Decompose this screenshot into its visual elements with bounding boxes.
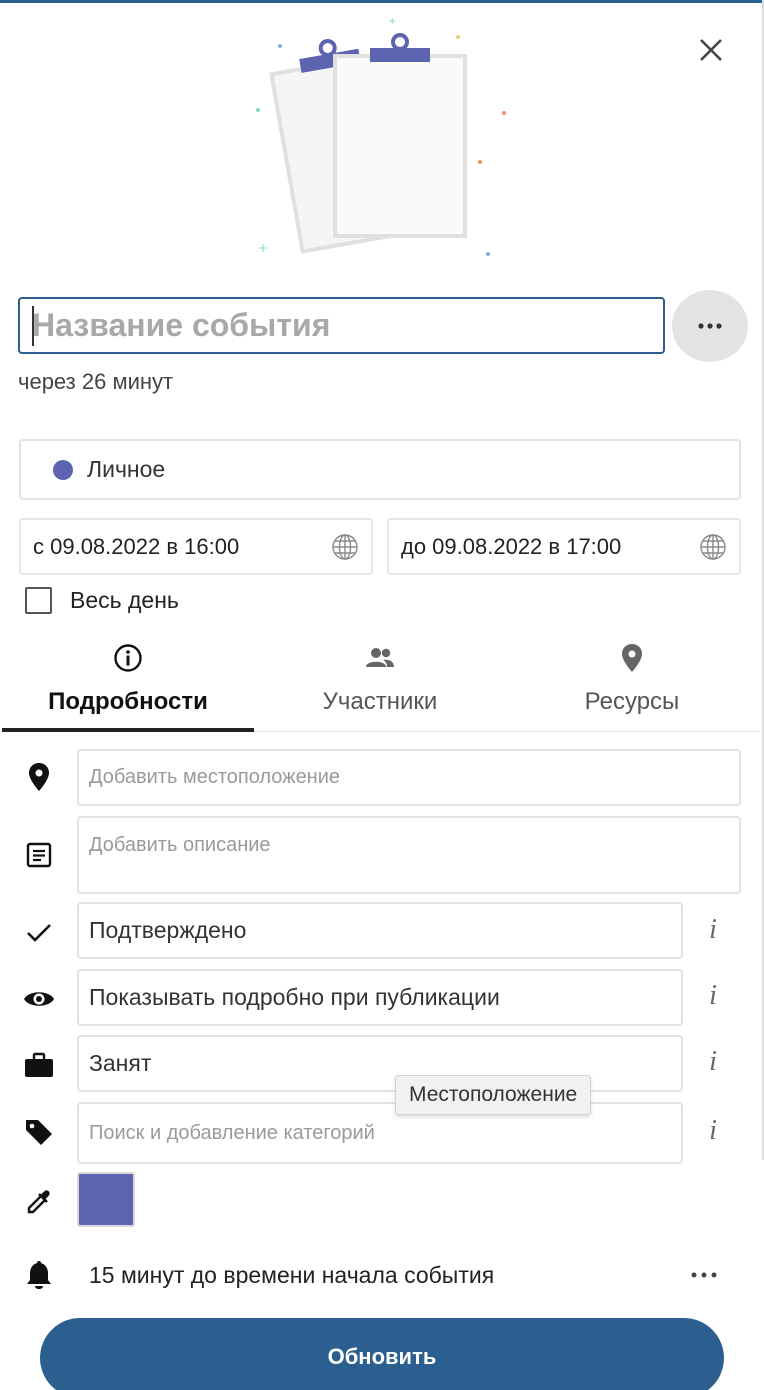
eye-icon xyxy=(20,980,58,1018)
close-button[interactable] xyxy=(692,31,730,69)
start-date-text: с 09.08.2022 в 16:00 xyxy=(33,533,240,559)
tab-details[interactable]: Подробности xyxy=(2,638,254,732)
category-info-icon[interactable]: i xyxy=(702,1115,724,1147)
tag-icon xyxy=(20,1113,58,1151)
end-date-text: до 09.08.2022 в 17:00 xyxy=(401,533,622,559)
location-input[interactable] xyxy=(89,766,729,789)
end-date-field[interactable]: до 09.08.2022 в 17:00 xyxy=(387,518,741,575)
busy-info-icon[interactable]: i xyxy=(702,1046,724,1078)
calendar-name: Личное xyxy=(87,456,166,482)
tab-participants-label: Участники xyxy=(322,688,438,715)
close-icon xyxy=(700,39,722,61)
category-input[interactable] xyxy=(89,1121,671,1145)
checkmark-icon xyxy=(20,914,58,952)
event-tabs: Подробности Участники Ресурсы xyxy=(2,638,760,732)
bell-icon xyxy=(20,1257,58,1295)
description-input[interactable] xyxy=(89,834,729,857)
status-select[interactable]: Подтверждено xyxy=(77,902,683,959)
all-day-label: Весь день xyxy=(70,587,179,613)
reminder-text: 15 минут до времени начала события xyxy=(89,1262,495,1288)
visibility-info-icon[interactable]: i xyxy=(702,980,724,1012)
description-icon xyxy=(20,836,58,874)
tab-participants[interactable]: Участники xyxy=(254,638,506,732)
relative-time-text: через 26 минут xyxy=(18,369,174,394)
people-icon xyxy=(366,648,394,667)
status-value: Подтверждено xyxy=(89,917,247,943)
calendar-select[interactable]: Личное xyxy=(19,439,741,500)
svg-text:+: + xyxy=(258,241,268,255)
more-dots-icon xyxy=(698,323,722,329)
tab-resources[interactable]: Ресурсы xyxy=(506,638,758,732)
globe-icon[interactable] xyxy=(331,533,359,561)
visibility-value: Показывать подробно при публикации xyxy=(89,984,500,1010)
visibility-select[interactable]: Показывать подробно при публикации xyxy=(77,969,683,1026)
event-title-input[interactable] xyxy=(18,297,665,354)
location-pin-icon xyxy=(622,644,642,672)
top-accent-line xyxy=(0,0,764,3)
category-field[interactable] xyxy=(77,1102,683,1164)
tab-resources-label: Ресурсы xyxy=(584,688,680,715)
update-button[interactable]: Обновить xyxy=(40,1318,724,1390)
all-day-toggle[interactable]: Весь день xyxy=(25,587,179,614)
event-color-swatch[interactable] xyxy=(77,1172,135,1227)
all-day-checkbox[interactable] xyxy=(25,587,52,614)
busy-select[interactable]: Занят xyxy=(77,1035,683,1092)
globe-icon[interactable] xyxy=(699,533,727,561)
svg-text:+: + xyxy=(388,16,396,27)
description-field[interactable] xyxy=(77,816,741,894)
location-field[interactable] xyxy=(77,749,741,806)
reminder-more-button[interactable] xyxy=(688,1265,720,1285)
busy-value: Занят xyxy=(89,1050,152,1076)
location-icon xyxy=(20,758,58,796)
info-icon xyxy=(114,644,142,672)
status-info-icon[interactable]: i xyxy=(702,914,724,946)
calendar-color-dot xyxy=(53,459,73,480)
location-tooltip: Местоположение xyxy=(395,1075,592,1115)
more-options-button[interactable] xyxy=(672,290,748,362)
more-dots-icon xyxy=(691,1272,717,1278)
briefcase-icon xyxy=(20,1046,58,1084)
eyedropper-icon xyxy=(20,1183,58,1221)
text-caret xyxy=(32,306,34,346)
tab-details-label: Подробности xyxy=(48,688,208,715)
start-date-field[interactable]: с 09.08.2022 в 16:00 xyxy=(19,518,373,575)
clipboard-illustration: + + xyxy=(256,16,506,256)
